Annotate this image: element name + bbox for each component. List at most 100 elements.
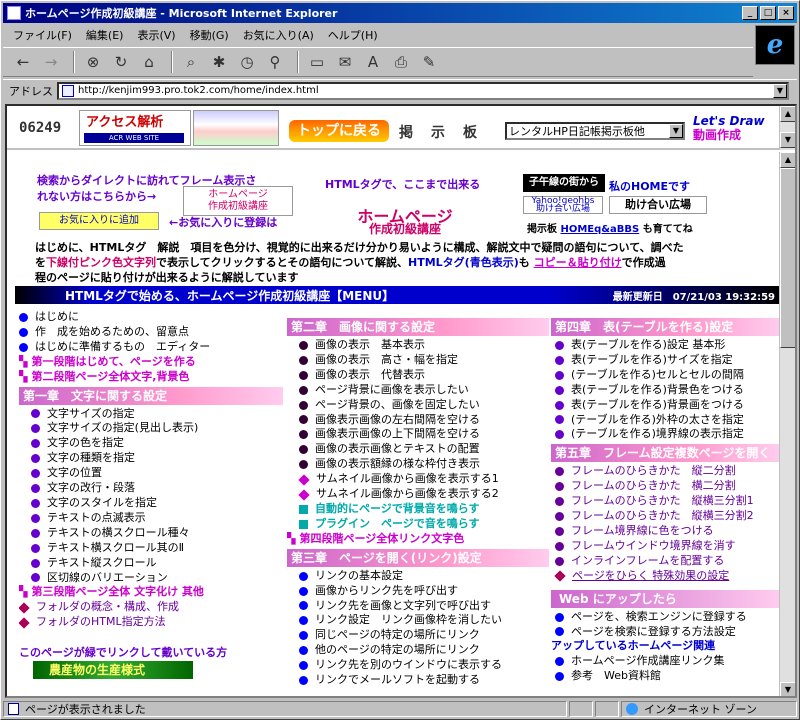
list-item[interactable]: リンクでメールソフトを起動する: [287, 673, 549, 688]
bbs-link[interactable]: HOMEq&aBBS: [560, 224, 639, 235]
search-icon[interactable]: ⌕: [179, 51, 203, 73]
list-item[interactable]: フレームのひらきかた 縦二分割: [551, 464, 779, 479]
list-item[interactable]: インラインフレームを配置する: [551, 554, 779, 569]
favorites-icon[interactable]: ✱: [207, 51, 231, 73]
menu-edit[interactable]: 編集(E): [86, 27, 124, 43]
scroll-down-button[interactable]: ▼: [780, 682, 795, 696]
bbs-select[interactable]: レンタルHP日記帳掲示板他 ▼: [505, 122, 685, 140]
forward-icon[interactable]: →: [39, 51, 63, 73]
back-to-top-button[interactable]: トップに戻る: [289, 120, 389, 142]
scroll-up-button[interactable]: ▲: [780, 152, 795, 168]
list-item[interactable]: 画像表示画像の上下間隔を空ける: [287, 427, 549, 442]
list-item[interactable]: サムネイル画像から画像を表示する1: [287, 472, 549, 487]
list-item[interactable]: 画像表示画像の左右間隔を空ける: [287, 413, 549, 428]
stop-icon[interactable]: ⊗: [81, 51, 105, 73]
list-item[interactable]: ページをひらく 特殊効果の設定: [551, 569, 779, 584]
list-item[interactable]: 自動的にページで背景音を鳴らす: [287, 502, 549, 517]
lets-draw-banner[interactable]: Let's Draw 動画作成: [691, 114, 781, 148]
list-item[interactable]: 文字サイズの指定: [19, 407, 283, 422]
history-icon[interactable]: ◷: [235, 51, 259, 73]
machi-banner[interactable]: 子午線の街から: [523, 174, 605, 192]
step-link[interactable]: ▚ 第一段階はじめて、ページを作る: [19, 355, 283, 370]
list-item[interactable]: 文字のスタイルを指定: [19, 496, 283, 511]
scroll-thumb[interactable]: [780, 168, 795, 348]
step-link[interactable]: ▚ 第二段階ページ全体文字,背景色: [19, 370, 283, 385]
list-item[interactable]: 表(テーブルを作る)サイズを指定: [551, 353, 779, 368]
step-link[interactable]: ▚ 第三段階ページ全体 文字化け 其他: [19, 585, 283, 600]
list-item[interactable]: ホームページ作成講座リンク集: [551, 654, 779, 669]
refresh-icon[interactable]: ↻: [109, 51, 133, 73]
mail-icon[interactable]: ✉: [333, 51, 357, 73]
list-item[interactable]: フレームのひらきかた 横二分割: [551, 479, 779, 494]
list-item[interactable]: プラグイン ページで音を鳴らす: [287, 517, 549, 532]
list-item[interactable]: テキストの横スクロール種々: [19, 526, 283, 541]
list-item[interactable]: 画像の表示 代替表示: [287, 368, 549, 383]
list-item[interactable]: 画像の表示額縁の様な枠付き表示: [287, 457, 549, 472]
maximize-button[interactable]: □: [760, 6, 776, 20]
list-item[interactable]: フレームのひらきかた 縦横三分割2: [551, 509, 779, 524]
list-item[interactable]: フレームウインドウ境界線を消す: [551, 539, 779, 554]
list-item[interactable]: (テーブルを作る)セルとセルの間隔: [551, 368, 779, 383]
back-icon[interactable]: ←: [11, 51, 35, 73]
list-item[interactable]: 画像の表示 基本表示: [287, 338, 549, 353]
font-icon[interactable]: A: [361, 51, 385, 73]
list-item[interactable]: テキスト縦スクロール: [19, 556, 283, 571]
address-input[interactable]: http://kenjim993.pro.tok2.com/home/index…: [57, 81, 789, 100]
list-item[interactable]: 文字の位置: [19, 466, 283, 481]
agriculture-banner[interactable]: 農産物の生産様式: [33, 661, 193, 680]
list-item[interactable]: 区切線のバリエーション: [19, 571, 283, 586]
fullscreen-icon[interactable]: ▭: [305, 51, 329, 73]
my-home-link[interactable]: 私のHOMEです: [609, 178, 690, 194]
list-item[interactable]: 画像の表示 高さ・幅を指定: [287, 353, 549, 368]
list-item[interactable]: 作 成を始めるための、留意点: [19, 325, 283, 340]
menu-help[interactable]: ヘルプ(H): [328, 27, 378, 43]
add-favorite-button[interactable]: お気に入りに追加: [39, 212, 159, 230]
list-item[interactable]: ページを検索に登録する方法設定: [551, 625, 779, 640]
list-item[interactable]: 画像の表示画像とテキストの配置: [287, 442, 549, 457]
main-scrollbar[interactable]: ▲ ▼: [779, 152, 795, 696]
list-item[interactable]: 表(テーブルを作る)背景画をつける: [551, 398, 779, 413]
minimize-button[interactable]: _: [742, 6, 758, 20]
list-item[interactable]: ページを、検索エンジンに登録する: [551, 610, 779, 625]
list-item[interactable]: ページ背景に画像を表示したい: [287, 383, 549, 398]
list-item[interactable]: 参考 Web資料館: [551, 669, 779, 684]
home-icon[interactable]: ⌂: [137, 51, 161, 73]
channels-icon[interactable]: ⚲: [263, 51, 287, 73]
menu-favorites[interactable]: お気に入り(A): [243, 27, 314, 43]
list-item[interactable]: (テーブルを作る)外枠の太さを指定: [551, 413, 779, 428]
list-item[interactable]: ページ背景の、画像を固定したい: [287, 398, 549, 413]
list-item[interactable]: サムネイル画像から画像を表示する2: [287, 487, 549, 502]
step-link[interactable]: ▚ 第四段階ページ全体リンク文字色: [287, 532, 549, 547]
chevron-down-icon[interactable]: ▼: [773, 83, 787, 98]
list-item[interactable]: 文字サイズの指定(見出し表示): [19, 421, 283, 436]
list-item[interactable]: フレーム境界線に色をつける: [551, 524, 779, 539]
list-item[interactable]: フォルダのHTML指定方法: [19, 615, 283, 630]
list-item[interactable]: テキストの点滅表示: [19, 511, 283, 526]
edit-icon[interactable]: ✎: [417, 51, 441, 73]
list-item[interactable]: 文字の種類を指定: [19, 451, 283, 466]
list-item[interactable]: フレームのひらきかた 縦横三分割1: [551, 494, 779, 509]
list-item[interactable]: リンクの基本設定: [287, 569, 549, 584]
scroll-down-button[interactable]: ▼: [780, 132, 795, 148]
list-item[interactable]: はじめに準備するもの エディター: [19, 340, 283, 355]
list-item[interactable]: (テーブルを作る)境界線の表示指定: [551, 427, 779, 442]
list-item[interactable]: 文字の改行・段落: [19, 481, 283, 496]
list-item[interactable]: 画像からリンク先を呼び出す: [287, 584, 549, 599]
top-frame-scrollbar[interactable]: ▲ ▼: [779, 106, 795, 150]
list-item[interactable]: リンク先を別のウインドウに表示する: [287, 658, 549, 673]
list-item[interactable]: リンク先を画像と文字列で呼び出す: [287, 599, 549, 614]
list-item[interactable]: フォルダの概念・構成、作成: [19, 600, 283, 615]
title-bar[interactable]: ホームページ作成初級講座 - Microsoft Internet Explor…: [3, 3, 797, 23]
list-item[interactable]: はじめに: [19, 310, 283, 325]
home-course-button[interactable]: ホームページ 作成初級講座: [183, 186, 293, 216]
close-button[interactable]: ×: [778, 6, 794, 20]
list-item[interactable]: 表(テーブルを作る)背景色をつける: [551, 383, 779, 398]
intro-copy-link[interactable]: コピー＆貼り付け: [534, 256, 622, 269]
list-item[interactable]: リンク設定 リンク画像枠を消したい: [287, 613, 549, 628]
menu-file[interactable]: ファイル(F): [13, 27, 72, 43]
list-item[interactable]: 他のページの特定の場所にリンク: [287, 643, 549, 658]
chevron-down-icon[interactable]: ▼: [669, 124, 683, 138]
tasuke-banner[interactable]: 助け合い広場: [609, 196, 707, 214]
list-item[interactable]: 同じページの特定の場所にリンク: [287, 628, 549, 643]
list-item[interactable]: 表(テーブルを作る)設定 基本形: [551, 338, 779, 353]
